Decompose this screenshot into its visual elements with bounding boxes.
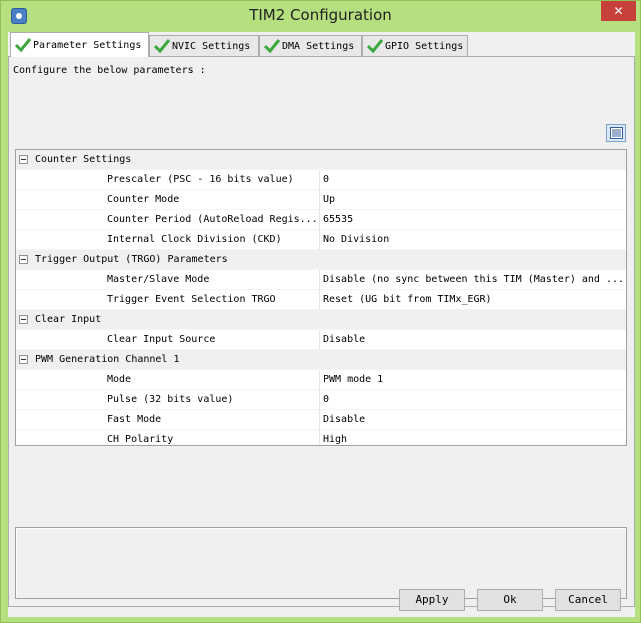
- check-icon: [366, 39, 384, 54]
- collapse-icon[interactable]: [19, 355, 28, 364]
- tab-label: NVIC Settings: [172, 41, 251, 52]
- property-row[interactable]: Counter Mode Up: [16, 190, 626, 210]
- group-label: PWM Generation Channel 1: [35, 354, 180, 365]
- property-name: CH Polarity: [107, 434, 174, 445]
- property-name: Clear Input Source: [107, 334, 216, 345]
- property-name: Counter Period (AutoReload Regis...: [107, 214, 318, 225]
- property-value[interactable]: 65535: [323, 214, 623, 225]
- group-trigger-output[interactable]: Trigger Output (TRGO) Parameters: [16, 250, 626, 270]
- group-counter-settings[interactable]: Counter Settings: [16, 150, 626, 170]
- column-divider: [319, 410, 320, 430]
- group-clear-input[interactable]: Clear Input: [16, 310, 626, 330]
- group-label: Counter Settings: [35, 154, 132, 165]
- collapse-icon[interactable]: [19, 255, 28, 264]
- collapse-icon[interactable]: [19, 155, 28, 164]
- tab-label: Parameter Settings: [33, 40, 142, 51]
- dialog-window: TIM2 Configuration ✕ Parameter Settings …: [0, 0, 641, 623]
- tab-nvic-settings[interactable]: NVIC Settings: [149, 35, 259, 56]
- property-row[interactable]: CH Polarity High: [16, 430, 626, 445]
- group-label: Trigger Output (TRGO) Parameters: [35, 254, 228, 265]
- list-view-icon: [610, 127, 623, 139]
- property-name: Internal Clock Division (CKD): [107, 234, 282, 245]
- check-icon: [14, 38, 32, 53]
- property-value[interactable]: Reset (UG bit from TIMx_EGR): [323, 294, 623, 305]
- property-name: Pulse (32 bits value): [107, 394, 234, 405]
- check-icon: [153, 39, 171, 54]
- column-divider: [319, 190, 320, 210]
- property-value[interactable]: Disable (no sync between this TIM (Maste…: [323, 274, 623, 285]
- view-toggle-button[interactable]: [606, 124, 626, 142]
- property-row[interactable]: Clear Input Source Disable: [16, 330, 626, 350]
- property-row[interactable]: Master/Slave Mode Disable (no sync betwe…: [16, 270, 626, 290]
- property-row[interactable]: Pulse (32 bits value) 0: [16, 390, 626, 410]
- tab-label: GPIO Settings: [385, 41, 464, 52]
- property-name: Master/Slave Mode: [107, 274, 210, 285]
- close-button[interactable]: ✕: [601, 1, 636, 21]
- window-title: TIM2 Configuration: [249, 6, 392, 24]
- property-name: Prescaler (PSC - 16 bits value): [107, 174, 294, 185]
- property-value[interactable]: No Division: [323, 234, 623, 245]
- property-value[interactable]: Disable: [323, 334, 623, 345]
- tab-parameter-settings[interactable]: Parameter Settings: [10, 32, 149, 57]
- property-name: Trigger Event Selection TRGO: [107, 294, 276, 305]
- ok-button[interactable]: Ok: [477, 589, 543, 611]
- tab-label: DMA Settings: [282, 41, 355, 52]
- column-divider: [319, 270, 320, 290]
- property-value[interactable]: PWM mode 1: [323, 374, 623, 385]
- column-divider: [319, 430, 320, 445]
- intro-text: Configure the below parameters :: [13, 65, 206, 76]
- title-bar[interactable]: TIM2 Configuration ✕: [1, 1, 640, 31]
- property-row[interactable]: Mode PWM mode 1: [16, 370, 626, 390]
- property-value[interactable]: Up: [323, 194, 623, 205]
- property-row[interactable]: Counter Period (AutoReload Regis... 6553…: [16, 210, 626, 230]
- tab-dma-settings[interactable]: DMA Settings: [259, 35, 362, 56]
- property-row[interactable]: Fast Mode Disable: [16, 410, 626, 430]
- column-divider: [319, 210, 320, 230]
- property-row[interactable]: Prescaler (PSC - 16 bits value) 0: [16, 170, 626, 190]
- check-icon: [263, 39, 281, 54]
- column-divider: [319, 170, 320, 190]
- column-divider: [319, 230, 320, 250]
- property-value[interactable]: 0: [323, 394, 623, 405]
- property-name: Fast Mode: [107, 414, 162, 425]
- tab-strip: Parameter Settings NVIC Settings DMA Set…: [8, 32, 635, 57]
- property-name: Mode: [107, 374, 132, 385]
- group-label: Clear Input: [35, 314, 102, 325]
- cancel-button[interactable]: Cancel: [555, 589, 621, 611]
- tab-gpio-settings[interactable]: GPIO Settings: [362, 35, 468, 56]
- property-value[interactable]: 0: [323, 174, 623, 185]
- property-row[interactable]: Internal Clock Division (CKD) No Divisio…: [16, 230, 626, 250]
- client-area: Parameter Settings NVIC Settings DMA Set…: [8, 32, 635, 617]
- column-divider: [319, 370, 320, 390]
- column-divider: [319, 290, 320, 310]
- property-name: Counter Mode: [107, 194, 180, 205]
- column-divider: [319, 330, 320, 350]
- tab-panel: Configure the below parameters : Counter…: [8, 56, 635, 607]
- group-pwm-channel-1[interactable]: PWM Generation Channel 1: [16, 350, 626, 370]
- property-value[interactable]: Disable: [323, 414, 623, 425]
- collapse-icon[interactable]: [19, 315, 28, 324]
- apply-button[interactable]: Apply: [399, 589, 465, 611]
- property-row[interactable]: Trigger Event Selection TRGO Reset (UG b…: [16, 290, 626, 310]
- column-divider: [319, 390, 320, 410]
- property-value[interactable]: High: [323, 434, 623, 445]
- parameter-tree: Counter Settings Prescaler (PSC - 16 bit…: [15, 149, 627, 446]
